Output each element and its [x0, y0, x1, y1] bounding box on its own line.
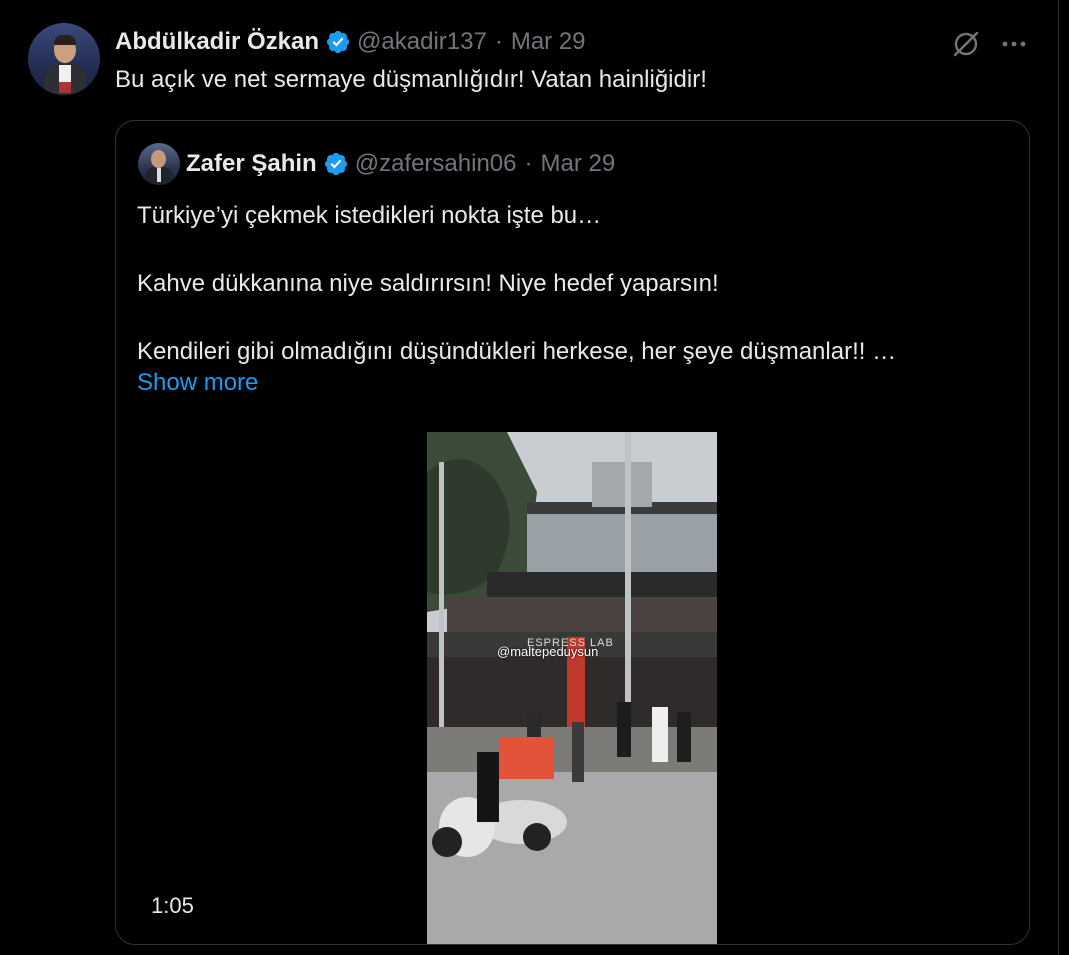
- more-options-icon[interactable]: [998, 28, 1030, 60]
- timeline-divider: [1058, 0, 1059, 955]
- video-watermark: @maltepeduysun: [497, 644, 599, 659]
- verified-badge-icon[interactable]: [325, 29, 351, 55]
- quoted-text-line: Kendileri gibi olmadığını düşündükleri h…: [137, 338, 897, 365]
- video-player[interactable]: ESPRESS LAB @maltepeduysun 1:05: [116, 431, 1029, 944]
- verified-badge-icon[interactable]: [323, 151, 349, 177]
- quoted-tweet-text: Türkiye’yi çekmek istedikleri nokta işte…: [137, 199, 1017, 369]
- separator-dot: ·: [524, 150, 533, 177]
- quoted-tweet-card[interactable]: Zafer Şahin @zafersahin06 · Mar 29 Türki…: [115, 120, 1030, 945]
- author-avatar[interactable]: [28, 23, 100, 95]
- quoted-tweet-date[interactable]: Mar 29: [541, 150, 616, 178]
- separator-dot: ·: [494, 28, 503, 55]
- video-frame-image: [427, 432, 717, 944]
- tweet-container: Abdülkadir Özkan @akadir137 · Mar 29 Bu …: [0, 0, 1069, 955]
- grok-icon[interactable]: [950, 28, 982, 60]
- tweet-text: Bu açık ve net sermaye düşmanlığıdır! Va…: [115, 66, 707, 93]
- video-duration: 1:05: [151, 893, 194, 918]
- author-name[interactable]: Abdülkadir Özkan: [115, 28, 319, 56]
- quoted-text-line: Kahve dükkanına niye saldırırsın! Niye h…: [137, 270, 719, 297]
- show-more-link[interactable]: Show more: [137, 369, 258, 397]
- author-handle[interactable]: @akadir137: [357, 28, 487, 56]
- quoted-author-avatar[interactable]: [138, 143, 180, 185]
- video-thumbnail[interactable]: ESPRESS LAB @maltepeduysun: [427, 432, 717, 944]
- quoted-text-line: Türkiye’yi çekmek istedikleri nokta işte…: [137, 202, 602, 229]
- quoted-author-name[interactable]: Zafer Şahin: [186, 150, 317, 178]
- tweet-header: Abdülkadir Özkan @akadir137 · Mar 29: [115, 26, 586, 58]
- quoted-author-handle[interactable]: @zafersahin06: [355, 150, 517, 178]
- tweet-date[interactable]: Mar 29: [511, 28, 586, 56]
- quoted-tweet-header: Zafer Şahin @zafersahin06 · Mar 29: [186, 147, 615, 181]
